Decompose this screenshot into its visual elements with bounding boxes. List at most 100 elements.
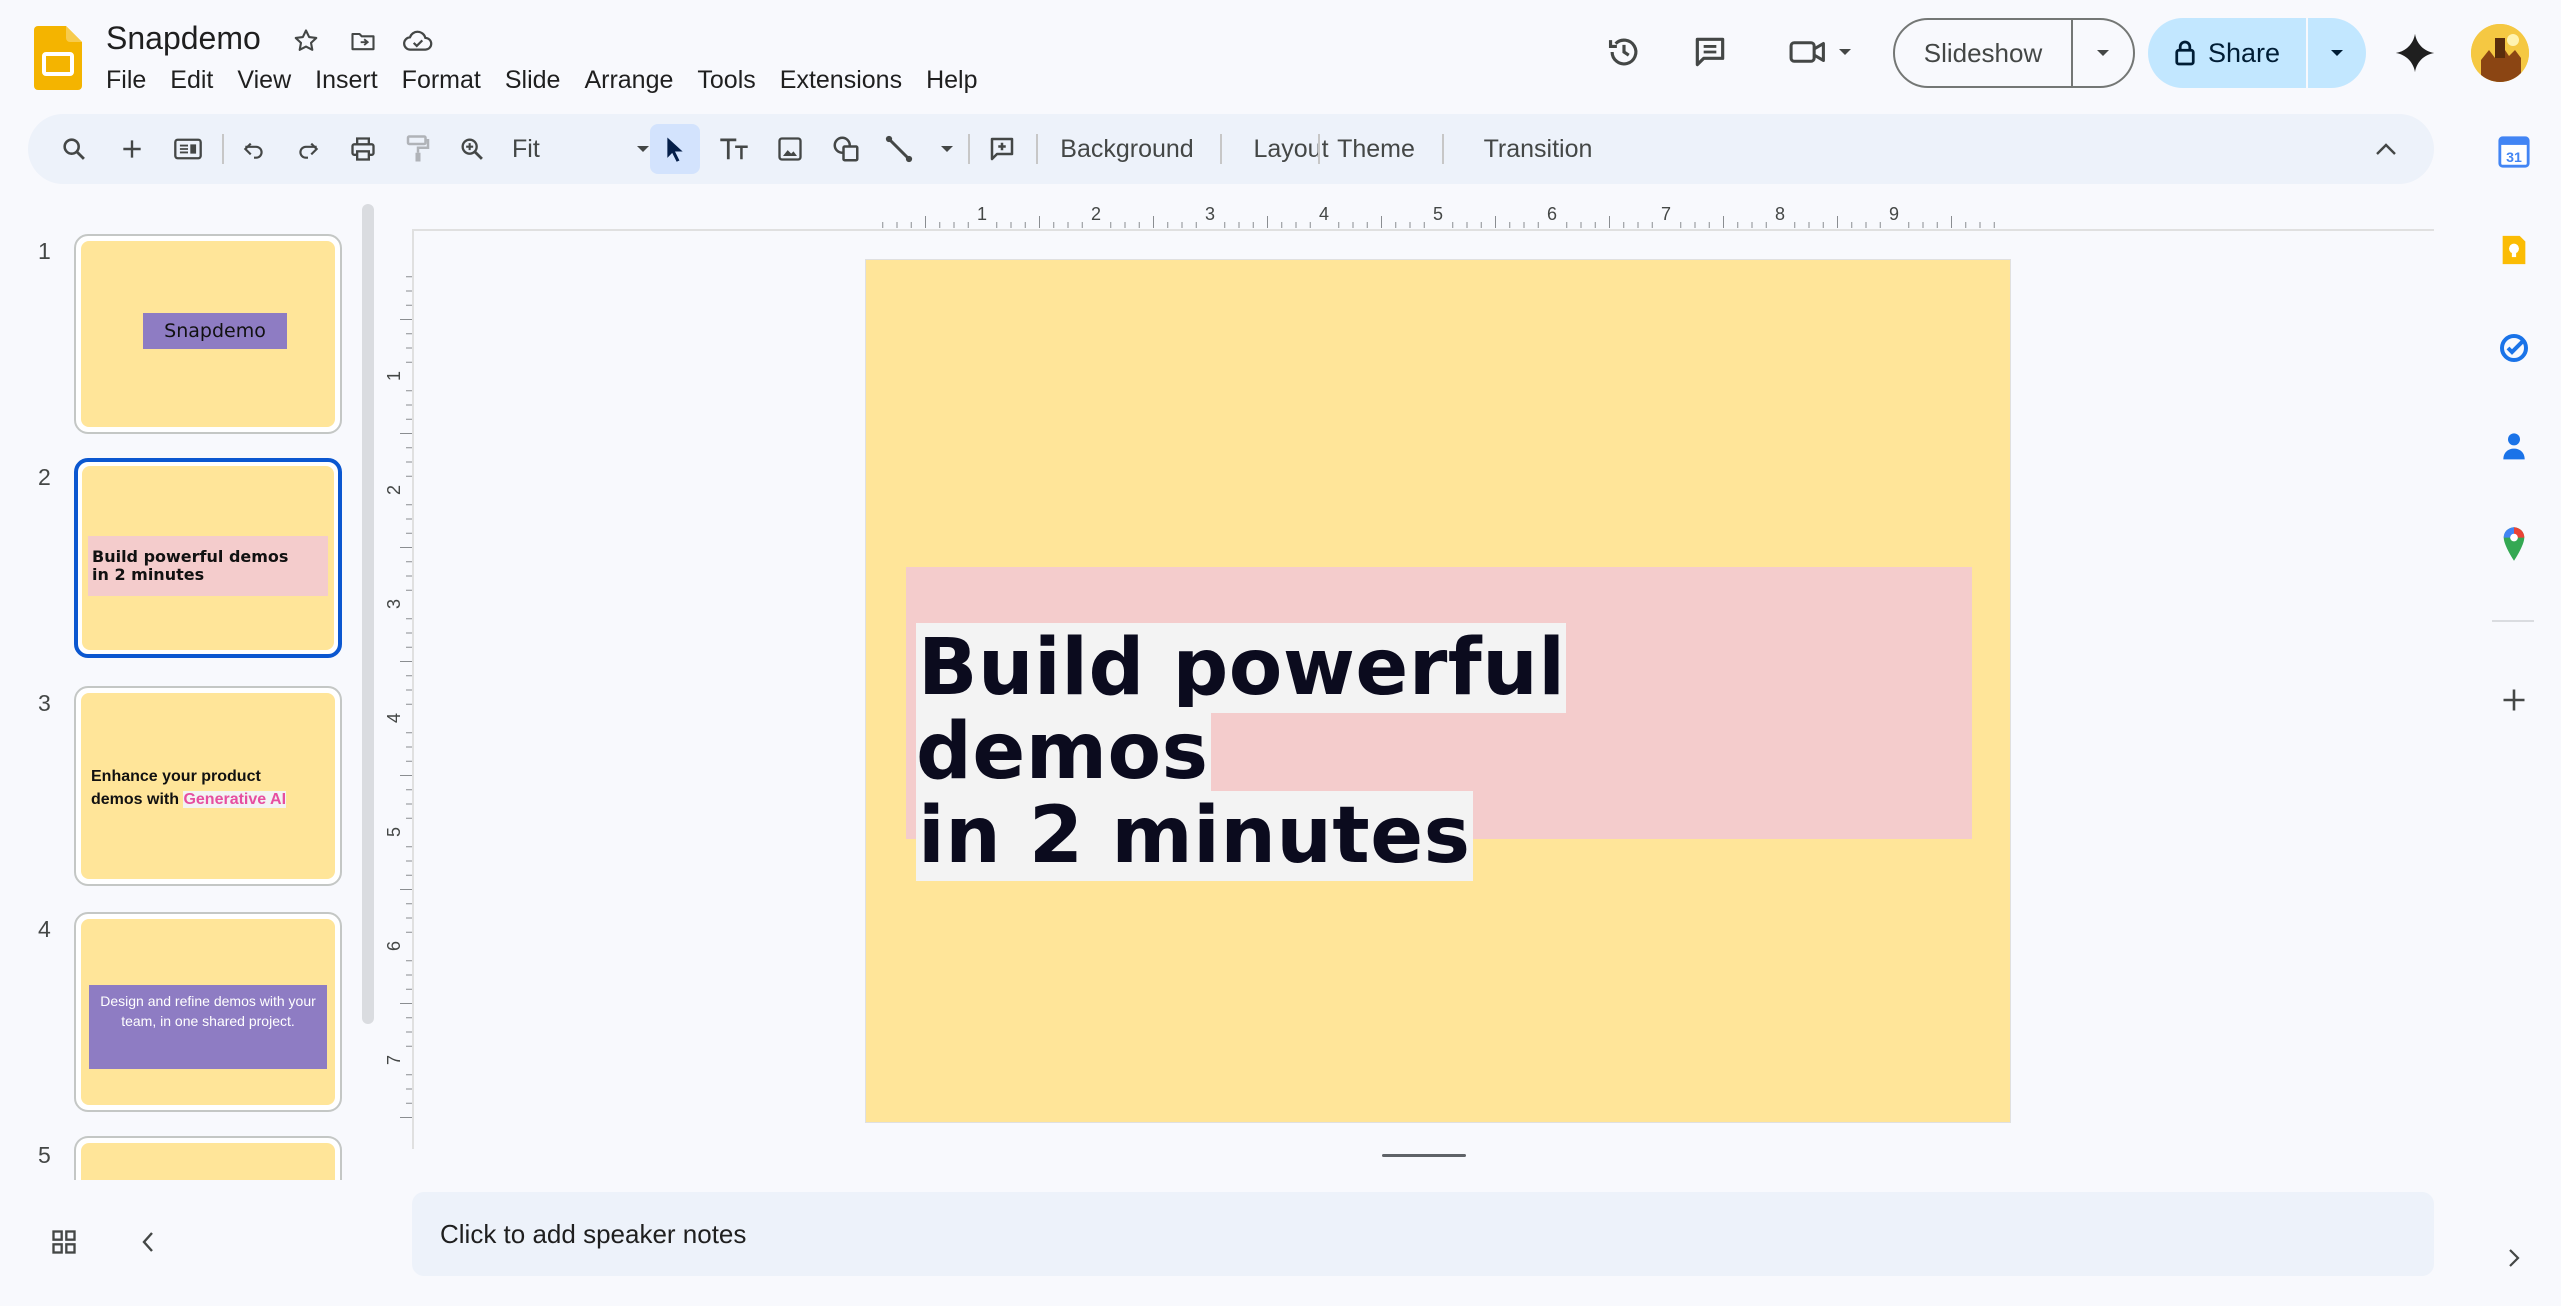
transition-label: Transition: [1483, 134, 1593, 163]
slide-thumbnail-5[interactable]: [74, 1136, 342, 1180]
comments-icon[interactable]: [1690, 32, 1730, 72]
cloud-saved-icon[interactable]: [398, 21, 438, 61]
ruler-label: 3: [384, 599, 404, 609]
slide-thumbnail-4[interactable]: Design and refine demos with your team, …: [74, 912, 342, 1112]
ruler-label: 7: [384, 1055, 404, 1065]
menu-edit[interactable]: Edit: [158, 62, 225, 98]
shape-icon[interactable]: [826, 129, 866, 169]
slide-title-line: Build powerful demos: [916, 623, 1566, 797]
share-button[interactable]: Share: [2148, 18, 2308, 88]
ruler-label: 9: [1889, 204, 1899, 224]
undo-icon[interactable]: [234, 129, 274, 169]
slideshow-options-button[interactable]: [2073, 20, 2133, 86]
horizontal-ruler[interactable]: 1 2 3 4 5 6 7 8 9: [868, 200, 2008, 230]
thumbnail-line: demos with: [91, 791, 184, 808]
share-button-group: Share: [2148, 18, 2366, 88]
calendar-icon[interactable]: 31: [2494, 132, 2534, 172]
lock-icon: [2174, 39, 2196, 67]
collapse-filmstrip-icon[interactable]: [128, 1222, 168, 1262]
redo-icon[interactable]: [288, 129, 328, 169]
keep-icon[interactable]: [2494, 230, 2534, 270]
print-icon[interactable]: [343, 129, 383, 169]
new-slide-icon[interactable]: [112, 129, 152, 169]
share-options-button[interactable]: [2308, 18, 2366, 88]
menu-format[interactable]: Format: [390, 62, 493, 98]
menu-extensions[interactable]: Extensions: [768, 62, 914, 98]
slide-thumbnail-3[interactable]: Enhance your product demos with Generati…: [74, 686, 342, 886]
ruler-label: 2: [1091, 204, 1101, 224]
text-box-icon[interactable]: [714, 129, 754, 169]
slide-thumbnail-2[interactable]: Build powerful demos in 2 minutes: [74, 458, 342, 658]
notes-resize-handle[interactable]: [1382, 1154, 1466, 1157]
tasks-icon[interactable]: [2494, 328, 2534, 368]
contacts-icon[interactable]: [2494, 426, 2534, 466]
slides-app-icon[interactable]: [34, 26, 82, 90]
toolbar: Fit Background Layout Theme Transition: [28, 114, 2434, 184]
svg-text:31: 31: [2506, 150, 2522, 166]
menu-view[interactable]: View: [225, 62, 303, 98]
user-avatar[interactable]: [2471, 24, 2529, 82]
menu-tools[interactable]: Tools: [685, 62, 767, 98]
move-to-folder-icon[interactable]: [343, 21, 383, 61]
ruler-label: 1: [977, 204, 987, 224]
star-icon[interactable]: [286, 21, 326, 61]
select-tool-icon[interactable]: [650, 124, 700, 174]
thumbnail-line: Build powerful demos: [92, 547, 289, 566]
transition-button[interactable]: Transition: [1448, 129, 1628, 169]
menu-help[interactable]: Help: [914, 62, 989, 98]
zoom-value: Fit: [512, 134, 540, 163]
ruler-label: 8: [1775, 204, 1785, 224]
slide-thumbnail-1[interactable]: Snapdemo: [74, 234, 342, 434]
menu-bar: File Edit View Insert Format Slide Arran…: [94, 62, 990, 98]
vertical-ruler[interactable]: 1 2 3 4 5 6 7: [380, 262, 414, 1122]
filmstrip-scrollbar[interactable]: [362, 204, 374, 1024]
add-comment-icon[interactable]: [982, 129, 1022, 169]
slide-title[interactable]: Build powerful demos in 2 minutes: [916, 623, 1816, 881]
background-button[interactable]: Background: [1042, 129, 1212, 169]
ruler-label: 3: [1205, 204, 1215, 224]
version-history-icon[interactable]: [1604, 32, 1644, 72]
menu-insert[interactable]: Insert: [303, 62, 390, 98]
document-title[interactable]: Snapdemo: [106, 20, 261, 57]
grid-view-icon[interactable]: [44, 1222, 84, 1262]
line-icon: [884, 134, 914, 164]
maps-icon[interactable]: [2494, 524, 2534, 564]
ruler-label: 4: [384, 713, 404, 723]
ruler-label: 5: [384, 827, 404, 837]
line-tool[interactable]: [884, 129, 954, 169]
slide-number: 4: [38, 916, 51, 942]
gemini-icon[interactable]: [2392, 30, 2438, 76]
insert-image-icon[interactable]: [770, 129, 810, 169]
add-addon-icon[interactable]: [2494, 680, 2534, 720]
slide-number: 1: [38, 238, 51, 264]
slide-layout-icon[interactable]: [168, 129, 208, 169]
zoom-icon[interactable]: [452, 129, 492, 169]
menu-arrange[interactable]: Arrange: [572, 62, 685, 98]
speaker-notes[interactable]: Click to add speaker notes: [412, 1192, 2434, 1276]
menu-file[interactable]: File: [94, 62, 158, 98]
chevron-down-icon: [2096, 48, 2110, 58]
ruler-label: 7: [1661, 204, 1671, 224]
zoom-select[interactable]: Fit: [506, 129, 656, 169]
background-label: Background: [1060, 134, 1194, 163]
side-panel-divider: [2492, 620, 2534, 622]
ruler-label: 1: [384, 371, 404, 381]
share-label: Share: [2207, 37, 2281, 68]
ruler-label: 6: [1547, 204, 1557, 224]
menu-slide[interactable]: Slide: [493, 62, 573, 98]
thumbnail-line: team, in one shared project.: [121, 1013, 295, 1029]
chevron-down-icon: [940, 144, 954, 154]
ruler-label: 2: [384, 485, 404, 495]
thumbnail-line: Design and refine demos with your: [100, 993, 316, 1009]
meet-button[interactable]: [1780, 30, 1860, 74]
thumbnail-line: in 2 minutes: [92, 565, 205, 584]
ruler-label: 6: [384, 941, 404, 951]
slideshow-button[interactable]: Slideshow: [1895, 20, 2073, 86]
paint-format-icon[interactable]: [398, 129, 438, 169]
theme-button[interactable]: Theme: [1324, 129, 1428, 169]
collapse-toolbar-icon[interactable]: [2366, 129, 2406, 169]
slideshow-button-group: Slideshow: [1893, 18, 2135, 88]
expand-side-panel-icon[interactable]: [2494, 1238, 2534, 1278]
slide-number: 3: [38, 690, 51, 716]
search-menus-icon[interactable]: [54, 129, 94, 169]
